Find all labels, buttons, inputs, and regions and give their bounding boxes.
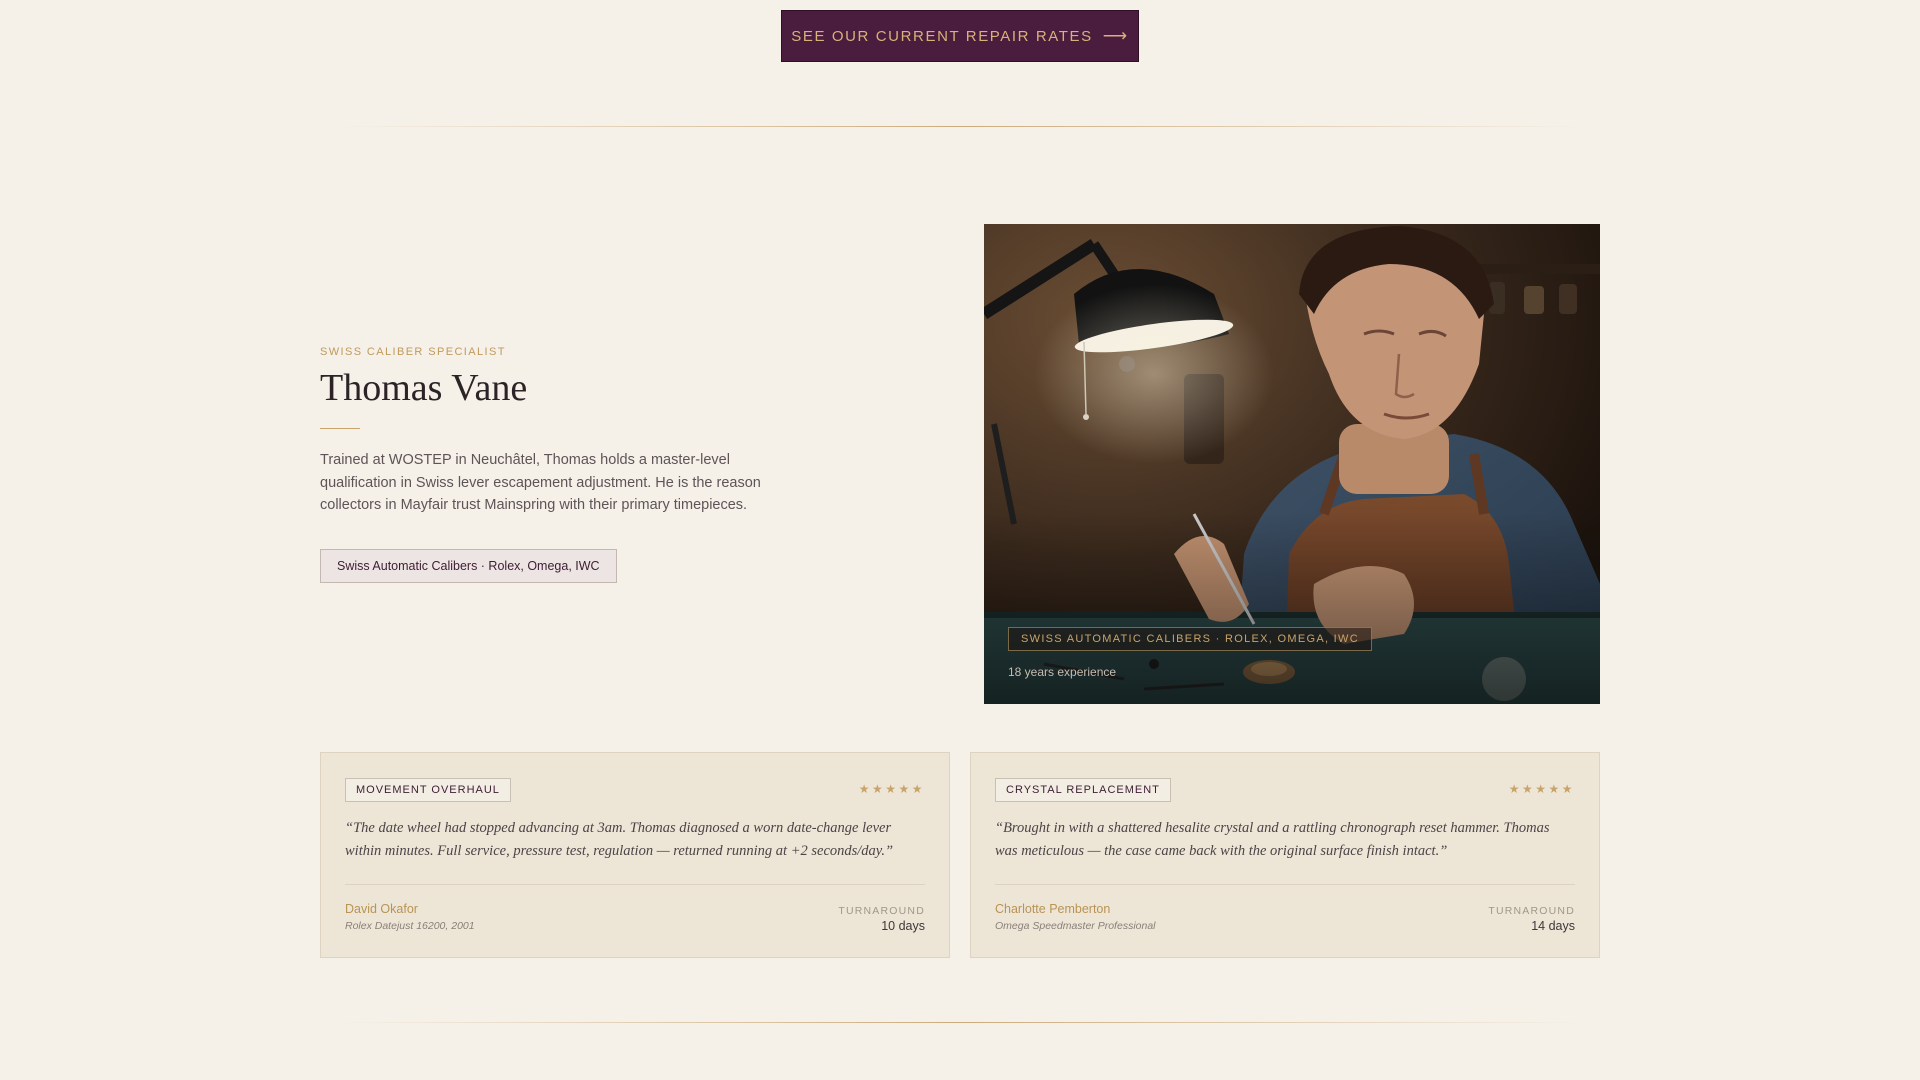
arrow-right-icon: ⟶ [1102, 26, 1129, 45]
client-watch: Omega Speedmaster Professional [995, 920, 1156, 932]
turnaround-label: TURNAROUND [1488, 905, 1575, 917]
review-quote: “Brought in with a shattered hesalite cr… [995, 820, 1550, 859]
specialist-photo: SWISS AUTOMATIC CALIBERS · ROLEX, OMEGA,… [984, 224, 1600, 704]
client-watch: Rolex Datejust 16200, 2001 [345, 920, 475, 932]
turnaround-value: 10 days [881, 919, 925, 933]
experience-label: 18 years experience [1008, 665, 1117, 679]
specialist-bio: Trained at WOSTEP in Neuchâtel, Thomas h… [320, 452, 761, 513]
star-rating-icon: ★★★★★ [858, 782, 925, 796]
repair-rates-button[interactable]: SEE OUR CURRENT REPAIR RATES ⟶ [781, 10, 1139, 62]
service-tag: MOVEMENT OVERHAUL [345, 778, 511, 802]
review-quote: “The date wheel had stopped advancing at… [345, 820, 894, 859]
section-divider-top [340, 126, 1580, 127]
specialist-eyebrow: SWISS CALIBER SPECIALIST [320, 346, 506, 358]
client-name: Charlotte Pemberton [995, 902, 1111, 916]
card-divider [345, 884, 925, 885]
turnaround-value: 14 days [1531, 919, 1575, 933]
specialist-name: Thomas Vane [320, 367, 528, 409]
turnaround-label: TURNAROUND [838, 905, 925, 917]
photo-specialty-tag: SWISS AUTOMATIC CALIBERS · ROLEX, OMEGA,… [1008, 627, 1372, 651]
review-card: CRYSTAL REPLACEMENT ★★★★★ “Brought in wi… [970, 752, 1600, 958]
client-name: David Okafor [345, 902, 418, 916]
repair-rates-label: SEE OUR CURRENT REPAIR RATES [791, 27, 1093, 45]
name-accent-rule [320, 428, 360, 429]
section-divider-bottom [340, 1022, 1580, 1023]
review-card: MOVEMENT OVERHAUL ★★★★★ “The date wheel … [320, 752, 950, 958]
card-divider [995, 884, 1575, 885]
specialty-tag: Swiss Automatic Calibers · Rolex, Omega,… [320, 549, 617, 583]
star-rating-icon: ★★★★★ [1508, 782, 1575, 796]
service-tag: CRYSTAL REPLACEMENT [995, 778, 1171, 802]
